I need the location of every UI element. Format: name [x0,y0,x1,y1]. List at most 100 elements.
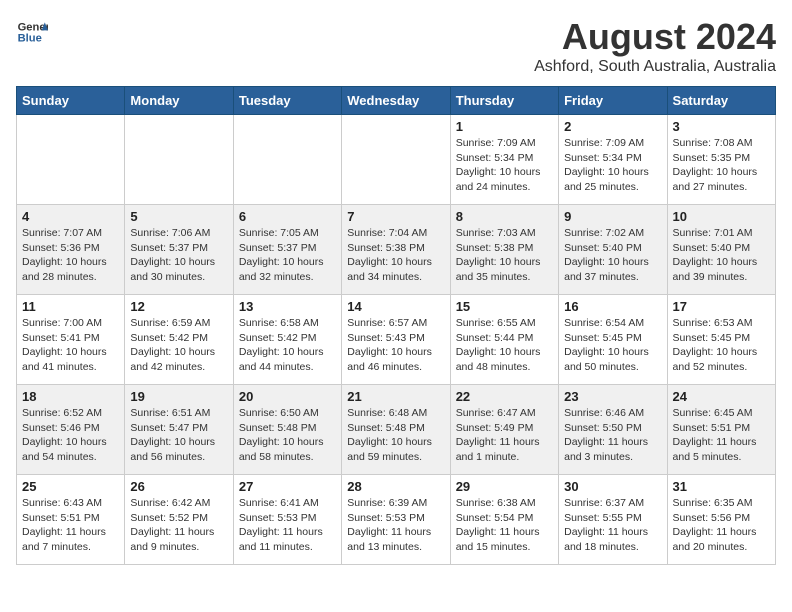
day-info: Sunrise: 6:41 AM Sunset: 5:53 PM Dayligh… [239,496,336,555]
calendar-cell: 2Sunrise: 7:09 AM Sunset: 5:34 PM Daylig… [559,115,667,205]
calendar-cell: 29Sunrise: 6:38 AM Sunset: 5:54 PM Dayli… [450,475,558,565]
day-number: 26 [130,479,227,494]
calendar-week-row: 25Sunrise: 6:43 AM Sunset: 5:51 PM Dayli… [17,475,776,565]
calendar-cell: 17 Sunrise: 6:53 AM Sunset: 5:45 PM Dayli… [667,295,775,385]
day-info: Sunrise: 6:50 AM Sunset: 5:48 PM Dayligh… [239,406,336,465]
calendar-cell: 25Sunrise: 6:43 AM Sunset: 5:51 PM Dayli… [17,475,125,565]
day-number: 17 [673,299,770,314]
day-number: 14 [347,299,444,314]
day-info: Sunrise: 6:47 AM Sunset: 5:49 PM Dayligh… [456,406,553,465]
day-info: Sunrise: 7:00 AM Sunset: 5:41 PM Dayligh… [22,316,119,375]
svg-text:Blue: Blue [18,33,42,45]
calendar-cell [125,115,233,205]
calendar-cell: 10 Sunrise: 7:01 AM Sunset: 5:40 PM Dayli… [667,205,775,295]
day-number: 31 [673,479,770,494]
day-info: Sunrise: 7:01 AM Sunset: 5:40 PM Dayligh… [673,226,770,285]
calendar-cell: 23Sunrise: 6:46 AM Sunset: 5:50 PM Dayli… [559,385,667,475]
day-info: Sunrise: 6:53 AM Sunset: 5:45 PM Dayligh… [673,316,770,375]
calendar-cell: 18 Sunrise: 6:52 AM Sunset: 5:46 PM Dayli… [17,385,125,475]
day-info: Sunrise: 7:02 AM Sunset: 5:40 PM Dayligh… [564,226,661,285]
calendar-cell: 27 Sunrise: 6:41 AM Sunset: 5:53 PM Dayli… [233,475,341,565]
day-info: Sunrise: 6:58 AM Sunset: 5:42 PM Dayligh… [239,316,336,375]
day-number: 24 [673,389,770,404]
calendar-cell: 11 Sunrise: 7:00 AM Sunset: 5:41 PM Dayli… [17,295,125,385]
calendar-cell: 9 Sunrise: 7:02 AM Sunset: 5:40 PM Daylig… [559,205,667,295]
day-number: 10 [673,209,770,224]
header: General Blue August 2024 Ashford, South … [16,16,776,76]
calendar-week-row: 1 Sunrise: 7:09 AM Sunset: 5:34 PM Daylig… [17,115,776,205]
day-number: 16 [564,299,661,314]
day-info: Sunrise: 6:43 AM Sunset: 5:51 PM Dayligh… [22,496,119,555]
day-number: 28 [347,479,444,494]
calendar-cell: 21 Sunrise: 6:48 AM Sunset: 5:48 PM Dayli… [342,385,450,475]
calendar-cell: 30Sunrise: 6:37 AM Sunset: 5:55 PM Dayli… [559,475,667,565]
calendar-cell: 19 Sunrise: 6:51 AM Sunset: 5:47 PM Dayli… [125,385,233,475]
day-info: Sunrise: 7:07 AM Sunset: 5:36 PM Dayligh… [22,226,119,285]
day-info: Sunrise: 7:06 AM Sunset: 5:37 PM Dayligh… [130,226,227,285]
calendar-cell: 7 Sunrise: 7:04 AM Sunset: 5:38 PM Daylig… [342,205,450,295]
day-number: 19 [130,389,227,404]
calendar-cell: 8Sunrise: 7:03 AM Sunset: 5:38 PM Daylig… [450,205,558,295]
day-info: Sunrise: 6:55 AM Sunset: 5:44 PM Dayligh… [456,316,553,375]
day-info: Sunrise: 7:09 AM Sunset: 5:34 PM Dayligh… [456,136,553,195]
day-number: 11 [22,299,119,314]
calendar-cell: 3 Sunrise: 7:08 AM Sunset: 5:35 PM Daylig… [667,115,775,205]
calendar-cell: 24 Sunrise: 6:45 AM Sunset: 5:51 PM Dayli… [667,385,775,475]
day-of-week-header: Saturday [667,87,775,115]
day-info: Sunrise: 6:37 AM Sunset: 5:55 PM Dayligh… [564,496,661,555]
calendar-cell: 6Sunrise: 7:05 AM Sunset: 5:37 PM Daylig… [233,205,341,295]
calendar-cell: 20 Sunrise: 6:50 AM Sunset: 5:48 PM Dayli… [233,385,341,475]
day-number: 21 [347,389,444,404]
calendar-table: SundayMondayTuesdayWednesdayThursdayFrid… [16,86,776,565]
calendar-cell: 31Sunrise: 6:35 AM Sunset: 5:56 PM Dayli… [667,475,775,565]
day-info: Sunrise: 6:45 AM Sunset: 5:51 PM Dayligh… [673,406,770,465]
title-area: August 2024 Ashford, South Australia, Au… [534,16,776,76]
day-of-week-header: Tuesday [233,87,341,115]
day-number: 1 [456,119,553,134]
day-info: Sunrise: 6:59 AM Sunset: 5:42 PM Dayligh… [130,316,227,375]
day-number: 22 [456,389,553,404]
day-of-week-header: Friday [559,87,667,115]
day-of-week-header: Monday [125,87,233,115]
day-number: 20 [239,389,336,404]
day-number: 9 [564,209,661,224]
day-info: Sunrise: 6:39 AM Sunset: 5:53 PM Dayligh… [347,496,444,555]
calendar-cell: 26 Sunrise: 6:42 AM Sunset: 5:52 PM Dayli… [125,475,233,565]
calendar-cell: 22 Sunrise: 6:47 AM Sunset: 5:49 PM Dayli… [450,385,558,475]
calendar-cell: 13 Sunrise: 6:58 AM Sunset: 5:42 PM Dayli… [233,295,341,385]
main-title: August 2024 [534,16,776,58]
calendar-cell [233,115,341,205]
calendar-cell: 16 Sunrise: 6:54 AM Sunset: 5:45 PM Dayli… [559,295,667,385]
calendar-cell: 4 Sunrise: 7:07 AM Sunset: 5:36 PM Daylig… [17,205,125,295]
calendar-cell: 28 Sunrise: 6:39 AM Sunset: 5:53 PM Dayli… [342,475,450,565]
day-number: 15 [456,299,553,314]
calendar-week-row: 11 Sunrise: 7:00 AM Sunset: 5:41 PM Dayli… [17,295,776,385]
day-info: Sunrise: 7:09 AM Sunset: 5:34 PM Dayligh… [564,136,661,195]
calendar-header: SundayMondayTuesdayWednesdayThursdayFrid… [17,87,776,115]
day-number: 5 [130,209,227,224]
day-info: Sunrise: 6:51 AM Sunset: 5:47 PM Dayligh… [130,406,227,465]
day-number: 27 [239,479,336,494]
logo: General Blue [16,16,48,48]
day-number: 13 [239,299,336,314]
day-number: 8 [456,209,553,224]
day-info: Sunrise: 6:42 AM Sunset: 5:52 PM Dayligh… [130,496,227,555]
calendar-body: 1 Sunrise: 7:09 AM Sunset: 5:34 PM Daylig… [17,115,776,565]
day-of-week-header: Wednesday [342,87,450,115]
day-info: Sunrise: 6:48 AM Sunset: 5:48 PM Dayligh… [347,406,444,465]
day-of-week-header: Thursday [450,87,558,115]
day-number: 18 [22,389,119,404]
day-info: Sunrise: 7:08 AM Sunset: 5:35 PM Dayligh… [673,136,770,195]
calendar-week-row: 18 Sunrise: 6:52 AM Sunset: 5:46 PM Dayli… [17,385,776,475]
day-number: 23 [564,389,661,404]
day-info: Sunrise: 6:52 AM Sunset: 5:46 PM Dayligh… [22,406,119,465]
day-number: 4 [22,209,119,224]
day-info: Sunrise: 7:04 AM Sunset: 5:38 PM Dayligh… [347,226,444,285]
calendar-cell: 14Sunrise: 6:57 AM Sunset: 5:43 PM Dayli… [342,295,450,385]
day-number: 7 [347,209,444,224]
day-info: Sunrise: 7:05 AM Sunset: 5:37 PM Dayligh… [239,226,336,285]
day-info: Sunrise: 6:54 AM Sunset: 5:45 PM Dayligh… [564,316,661,375]
subtitle: Ashford, South Australia, Australia [534,58,776,76]
day-number: 3 [673,119,770,134]
calendar-cell [17,115,125,205]
